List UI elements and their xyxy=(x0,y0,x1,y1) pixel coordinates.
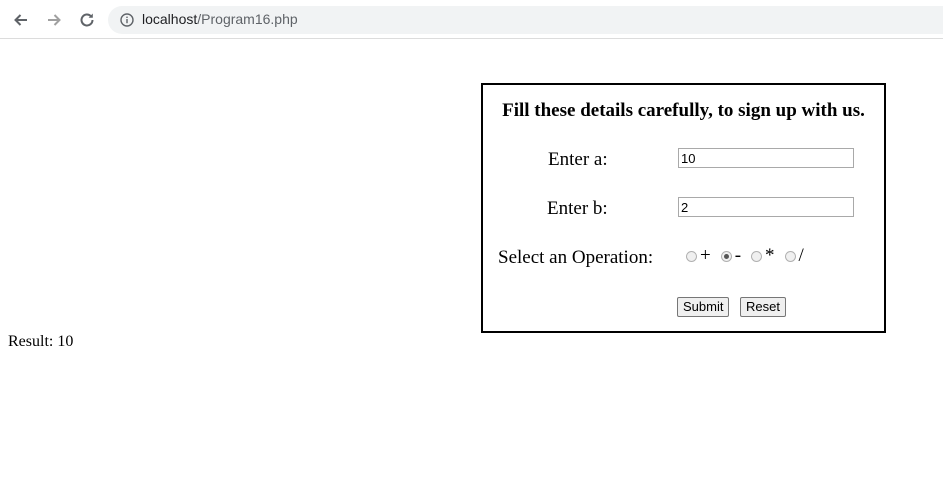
field-a-input[interactable] xyxy=(678,148,854,168)
op-label-multiply: * xyxy=(765,245,775,266)
url-text: localhost/Program16.php xyxy=(142,11,298,27)
back-button[interactable] xyxy=(9,8,33,32)
url-host: localhost xyxy=(142,11,198,27)
browser-toolbar: localhost/Program16.php xyxy=(0,0,943,39)
field-b-input[interactable] xyxy=(678,197,854,217)
form-title: Fill these details carefully, to sign up… xyxy=(502,100,865,121)
field-a-label: Enter a: xyxy=(548,149,608,170)
op-label-minus: - xyxy=(734,245,742,266)
signup-form: Fill these details carefully, to sign up… xyxy=(481,83,886,333)
operation-radio-group: + - * / xyxy=(682,245,810,267)
radio-plus[interactable] xyxy=(686,250,697,262)
radio-multiply[interactable] xyxy=(751,250,763,262)
radio-minus[interactable] xyxy=(720,250,732,262)
operation-label: Select an Operation: xyxy=(498,247,654,268)
arrow-left-icon xyxy=(14,14,27,26)
url-path: /Program16.php xyxy=(197,11,298,27)
address-bar[interactable]: localhost/Program16.php xyxy=(108,6,943,34)
field-b-label: Enter b: xyxy=(547,198,608,219)
result-text: Result: 10 xyxy=(8,333,74,350)
reset-button[interactable]: Reset xyxy=(740,297,786,317)
arrow-right-icon xyxy=(48,14,61,26)
radio-divide[interactable] xyxy=(784,250,796,262)
reload-button[interactable] xyxy=(75,8,99,32)
info-icon xyxy=(120,13,134,27)
reload-icon xyxy=(80,13,94,27)
submit-button[interactable]: Submit xyxy=(677,297,730,317)
op-label-plus: + xyxy=(700,245,711,266)
op-label-divide: / xyxy=(798,245,804,266)
forward-button[interactable] xyxy=(42,8,66,32)
